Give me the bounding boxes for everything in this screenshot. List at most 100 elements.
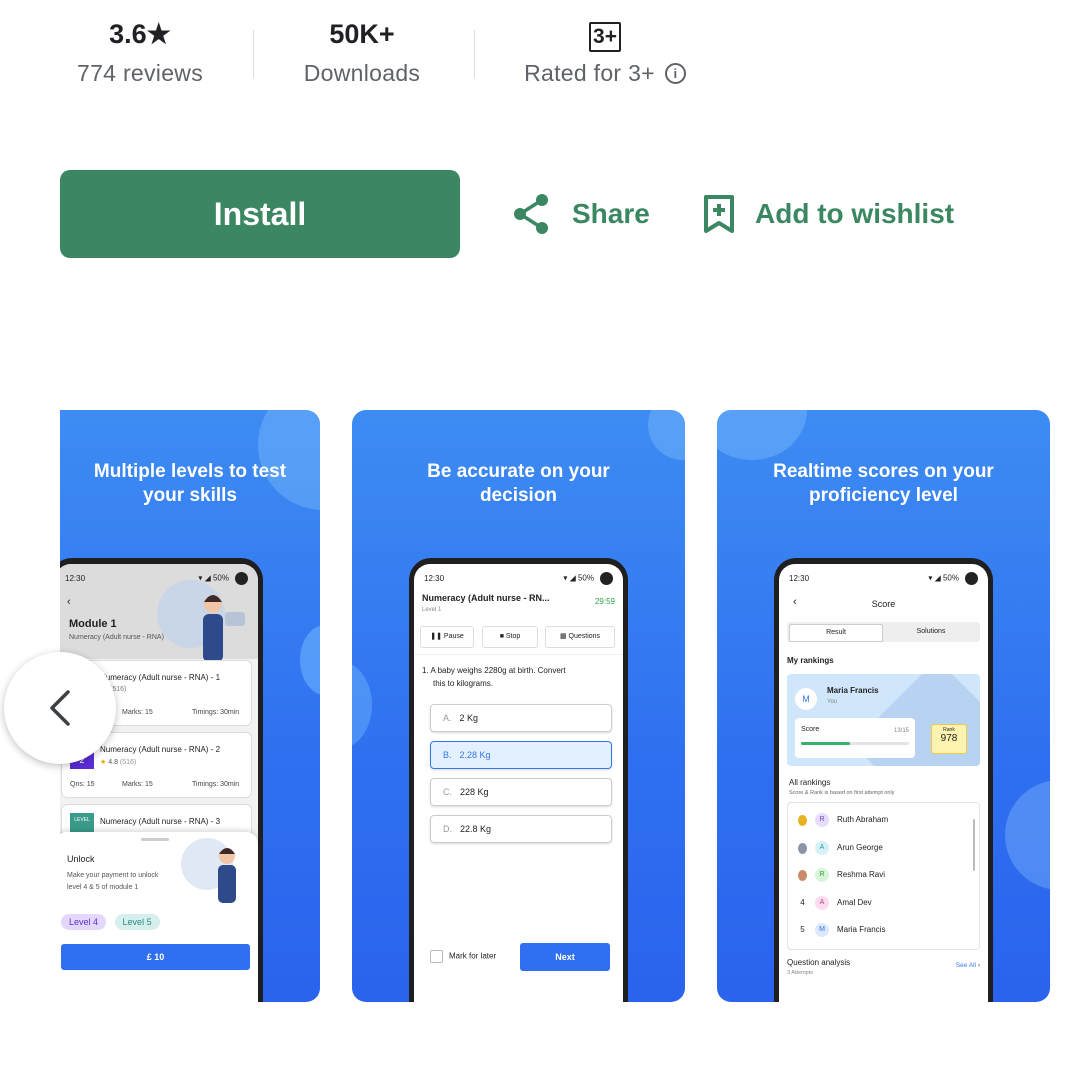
quiz-level: Level 1 bbox=[422, 607, 442, 613]
screenshot-3[interactable]: Realtime scores on your proficiency level… bbox=[717, 410, 1050, 1002]
my-rankings-heading: My rankings bbox=[787, 656, 834, 665]
chip-level-5[interactable]: Level 5 bbox=[114, 914, 160, 930]
score-tabs: Result Solutions bbox=[787, 622, 980, 642]
info-icon[interactable]: i bbox=[664, 63, 686, 84]
status-time: 12:30 bbox=[789, 574, 810, 583]
option-c[interactable]: C. 228 Kg bbox=[430, 778, 612, 806]
ranking-row[interactable]: R Ruth Abraham bbox=[798, 813, 888, 827]
rankings-scrollbar[interactable] bbox=[973, 819, 975, 871]
card-title: Numeracy (Adult nurse - RNA) - 1 bbox=[100, 673, 221, 682]
chip-level-4[interactable]: Level 4 bbox=[61, 914, 107, 930]
option-d[interactable]: D. 22.8 Kg bbox=[430, 815, 612, 843]
stop-icon: ■ bbox=[499, 633, 504, 640]
unlock-sheet: Unlock Make your payment to unlock level … bbox=[60, 832, 258, 1002]
module-title: Module 1 bbox=[69, 618, 117, 630]
rankings-list: R Ruth Abraham A Arun George R Reshma Ravi … bbox=[787, 802, 980, 950]
score-card: Score 13/15 bbox=[795, 718, 915, 758]
share-button[interactable]: Share bbox=[512, 190, 650, 238]
battery-level: 50% bbox=[577, 573, 594, 583]
status-time: 12:30 bbox=[424, 574, 445, 583]
downloads-value: 50K+ bbox=[329, 19, 395, 49]
ranking-row[interactable]: 4 A Amal Dev bbox=[798, 896, 872, 910]
phone-frame: 12:30 ▾ ◢ 50% ‹ Module 1 Numeracy (Adult … bbox=[60, 558, 263, 1002]
decor-blob bbox=[300, 625, 320, 695]
screenshot-heading: Be accurate on your decision bbox=[427, 461, 610, 506]
level-chips: Level 4 Level 5 bbox=[61, 914, 166, 930]
decor-blob bbox=[717, 410, 807, 460]
unlock-title: Unlock bbox=[67, 854, 95, 864]
pay-button[interactable]: £ 10 bbox=[61, 944, 250, 970]
back-icon[interactable]: ‹ bbox=[67, 596, 71, 608]
tab-result[interactable]: Result bbox=[789, 624, 883, 642]
stat-divider bbox=[474, 30, 475, 78]
screenshot-2[interactable]: Be accurate on your decision 12:30 ▾ ◢ 50%… bbox=[352, 410, 685, 1002]
pause-icon: ❚❚ bbox=[430, 633, 442, 640]
attempts: 3 Attempts bbox=[787, 970, 813, 976]
ranking-row[interactable]: A Arun George bbox=[798, 841, 883, 855]
phone-frame: 12:30 ▾ ◢ 50% Numeracy (Adult nurse - RN.… bbox=[409, 558, 628, 1002]
mark-for-later[interactable]: Mark for later bbox=[430, 950, 496, 963]
avatar: M bbox=[795, 688, 817, 710]
tab-solutions[interactable]: Solutions bbox=[885, 624, 977, 640]
checkbox[interactable] bbox=[430, 950, 443, 963]
stop-button[interactable]: ■ Stop bbox=[482, 626, 538, 648]
wishlist-label: Add to wishlist bbox=[755, 198, 955, 229]
score-value: 13/15 bbox=[893, 728, 909, 734]
stat-divider bbox=[253, 30, 254, 78]
nurse-illustration bbox=[181, 838, 236, 903]
card-marks: Marks: 15 bbox=[122, 709, 153, 716]
gold-medal-icon bbox=[798, 814, 807, 826]
card-timing: Timings: 30min bbox=[192, 781, 240, 788]
chevron-left-icon bbox=[50, 690, 70, 726]
my-ranking-card: M Maria Francis You Score 13/15 Rank 978 bbox=[787, 674, 980, 766]
card-timing: Timings: 30min bbox=[192, 709, 240, 716]
all-rankings-heading: All rankings bbox=[789, 778, 831, 787]
quiz-timer: 29:59 bbox=[594, 597, 615, 606]
see-all-link[interactable]: See All › bbox=[956, 962, 980, 969]
battery-level: 50% bbox=[942, 573, 959, 583]
reviews-count: 774 reviews bbox=[76, 60, 204, 86]
bookmark-add-icon bbox=[704, 195, 734, 233]
downloads-stat: 50K+ Downloads bbox=[282, 14, 442, 87]
card-title: Numeracy (Adult nurse - RNA) - 3 bbox=[100, 817, 221, 826]
ranking-row[interactable]: R Reshma Ravi bbox=[798, 868, 885, 882]
install-button[interactable]: Install bbox=[60, 170, 460, 258]
bronze-medal-icon bbox=[798, 869, 807, 881]
pause-button[interactable]: ❚❚ Pause bbox=[420, 626, 474, 648]
question-text: 1. A baby weighs 2280g at birth. Convert… bbox=[422, 666, 566, 688]
grid-icon: ▦ bbox=[559, 633, 567, 640]
add-to-wishlist-button[interactable]: Add to wishlist bbox=[703, 190, 954, 238]
option-b[interactable]: B. 2.28 Kg bbox=[430, 741, 612, 769]
card-marks: Marks: 15 bbox=[122, 781, 153, 788]
rating-value: 3.6★ bbox=[109, 19, 171, 49]
carousel-previous-button[interactable] bbox=[4, 652, 116, 764]
downloads-label: Downloads bbox=[303, 60, 421, 86]
all-rankings-note: Score & Rank is based on first attempt o… bbox=[789, 790, 895, 796]
content-rating-badge: 3+ bbox=[589, 22, 621, 52]
nurse-illustration bbox=[157, 580, 245, 662]
score-progress bbox=[801, 742, 909, 745]
questions-button[interactable]: ▦ Questions bbox=[545, 626, 615, 648]
user-sub: You bbox=[827, 699, 838, 705]
user-name: Maria Francis bbox=[827, 686, 879, 695]
decor-blob bbox=[648, 410, 685, 460]
screenshot-heading: Multiple levels to test your skills bbox=[93, 461, 287, 506]
next-button[interactable]: Next bbox=[520, 943, 610, 971]
share-label: Share bbox=[572, 198, 650, 229]
module-subtitle: Numeracy (Adult nurse - RNA) bbox=[69, 634, 164, 641]
card-qns: Qns: 15 bbox=[70, 781, 95, 788]
status-time: 12:30 bbox=[65, 574, 86, 583]
decor-blob bbox=[352, 660, 372, 750]
silver-medal-icon bbox=[798, 842, 807, 854]
screen-title: Score bbox=[871, 599, 896, 609]
rank-badge: Rank 978 bbox=[931, 724, 967, 754]
share-icon bbox=[514, 194, 548, 234]
question-analysis-heading: Question analysis bbox=[787, 958, 851, 967]
chevron-right-icon: › bbox=[977, 962, 980, 969]
phone-frame: 12:30 ▾ ◢ 50% ‹ Score Result Solutions My… bbox=[774, 558, 993, 1002]
card-rating: ★ 4.8 (516) bbox=[100, 759, 137, 766]
option-a[interactable]: A. 2 Kg bbox=[430, 704, 612, 732]
ranking-row[interactable]: 5 M Maria Francis bbox=[798, 923, 885, 937]
screenshot-heading: Realtime scores on your proficiency level bbox=[773, 461, 994, 506]
score-label: Score bbox=[801, 726, 820, 733]
